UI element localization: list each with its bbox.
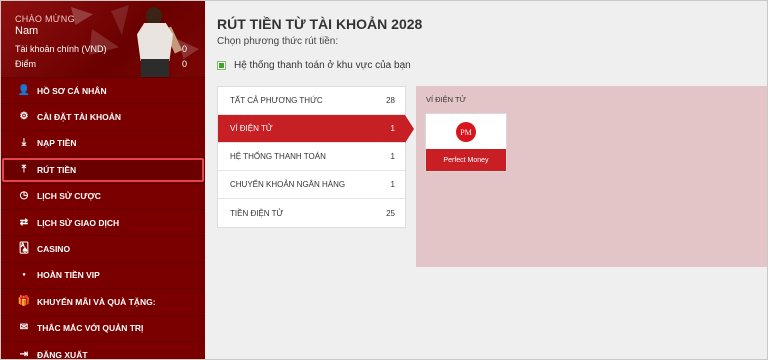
exchange-icon: ⇄: [19, 216, 29, 228]
e-wallet-panel: VÍ ĐIỆN TỬ PM Perfect Money: [416, 86, 767, 267]
points-row: Điểm 0: [15, 59, 187, 69]
decor-shard: [111, 5, 129, 35]
sidebar-item-vip-cashback[interactable]: ● HOÀN TIỀN VIP: [1, 263, 205, 290]
sidebar-item-account-settings[interactable]: ⚙ CÀI ĐẶT TÀI KHOẢN: [1, 104, 205, 131]
method-count: 25: [386, 208, 395, 218]
sidebar-item-label: HOÀN TIỀN VIP: [37, 270, 100, 281]
gift-hand-icon: 🎁: [17, 295, 31, 307]
sidebar-item-label: THẮC MẮC VỚI QUẢN TRỊ: [37, 323, 144, 334]
method-crypto[interactable]: TIỀN ĐIỆN TỬ 25: [218, 199, 405, 227]
method-label: TẤT CẢ PHƯƠNG THỨC: [230, 96, 323, 105]
method-e-wallet[interactable]: VÍ ĐIỆN TỬ 1: [218, 115, 414, 143]
method-label: TIỀN ĐIỆN TỬ: [230, 208, 284, 218]
method-count: 1: [390, 124, 395, 133]
sidebar-item-label: LỊCH SỬ GIAO DỊCH: [37, 217, 120, 228]
method-label: CHUYỂN KHOẢN NGÂN HÀNG: [230, 180, 346, 189]
profile-banner: CHÀO MỪNG Nam Tài khoản chính (VND) 0 Đi…: [1, 1, 205, 78]
cards-icon: 🂡: [18, 243, 30, 255]
account-page: CHÀO MỪNG Nam Tài khoản chính (VND) 0 Đi…: [0, 0, 768, 360]
sidebar-item-profile[interactable]: 👤 HỒ SƠ CÁ NHÂN: [1, 78, 205, 105]
sidebar-item-casino[interactable]: 🂡 CASINO: [1, 236, 205, 263]
method-payment-system[interactable]: HỆ THỐNG THANH TOÁN 1: [218, 143, 405, 171]
method-count: 1: [390, 180, 395, 189]
sidebar-item-label: KHUYẾN MÃI VÀ QUÀ TẶNG:: [37, 296, 156, 307]
welcome-label: CHÀO MỪNG: [15, 14, 75, 24]
sidebar-item-label: HỒ SƠ CÁ NHÂN: [37, 85, 107, 96]
sidebar-item-promotions[interactable]: 🎁 KHUYẾN MÃI VÀ QUÀ TẶNG:: [1, 289, 205, 316]
download-icon: ⤓: [21, 137, 27, 149]
perfect-money-option[interactable]: PM Perfect Money: [425, 113, 507, 172]
page-subtitle: Chọn phương thức rút tiền:: [217, 36, 339, 47]
main-balance-label: Tài khoản chính (VND): [15, 44, 107, 54]
perfect-money-label: Perfect Money: [426, 149, 506, 171]
region-checkbox-label: Hệ thống thanh toán ở khu vực của bạn: [234, 60, 411, 71]
sidebar-item-withdraw[interactable]: ⤒ RÚT TIỀN: [1, 157, 205, 184]
panel-title: VÍ ĐIỆN TỬ: [426, 95, 467, 104]
sidebar-item-logout[interactable]: ⇥ ĐĂNG XUẤT: [1, 342, 205, 360]
sidebar-item-label: NẠP TIỀN: [37, 138, 77, 149]
method-list: TẤT CẢ PHƯƠNG THỨC 28 VÍ ĐIỆN TỬ 1 HỆ TH…: [217, 86, 414, 228]
points-value: 0: [181, 59, 187, 69]
sign-out-icon: ⇥: [19, 348, 29, 360]
main-content: RÚT TIỀN TỪ TÀI KHOẢN 2028 Chọn phương t…: [205, 1, 767, 359]
region-filter[interactable]: Hệ thống thanh toán ở khu vực của bạn: [217, 60, 411, 71]
sidebar-item-label: LỊCH SỬ CƯỢC: [37, 191, 101, 202]
sidebar-item-label: CASINO: [37, 244, 71, 255]
envelope-icon: ✉: [19, 322, 29, 334]
bullet-icon: ●: [22, 272, 26, 279]
upload-icon: ⤒: [21, 163, 27, 175]
sidebar-item-deposit[interactable]: ⤓ NẠP TIỀN: [1, 131, 205, 158]
sidebar-item-bet-history[interactable]: ◷ LỊCH SỬ CƯỢC: [1, 184, 205, 210]
perfect-money-logo: PM: [456, 122, 476, 142]
sidebar-item-label: RÚT TIỀN: [37, 164, 77, 175]
method-all[interactable]: TẤT CẢ PHƯƠNG THỨC 28: [218, 87, 405, 115]
method-count: 1: [390, 152, 395, 161]
method-label: HỆ THỐNG THANH TOÁN: [230, 152, 326, 161]
main-balance-row: Tài khoản chính (VND) 0: [15, 44, 187, 54]
region-checkbox[interactable]: [217, 61, 226, 70]
method-count: 28: [386, 96, 395, 105]
main-balance-value: 0: [181, 44, 187, 54]
user-plus-icon: 👤: [17, 84, 31, 96]
sidebar-item-transaction-history[interactable]: ⇄ LỊCH SỬ GIAO DỊCH: [1, 210, 205, 237]
method-bank-transfer[interactable]: CHUYỂN KHOẢN NGÂN HÀNG 1: [218, 171, 405, 199]
sidebar-item-label: ĐĂNG XUẤT: [37, 349, 88, 360]
sidebar-item-label: CÀI ĐẶT TÀI KHOẢN: [37, 112, 122, 123]
clock-icon: ◷: [19, 190, 29, 202]
gears-icon: ⚙: [19, 111, 29, 123]
method-label: VÍ ĐIỆN TỬ: [230, 124, 273, 133]
page-title: RÚT TIỀN TỪ TÀI KHOẢN 2028: [217, 16, 423, 32]
user-name: Nam: [15, 25, 39, 37]
sidebar: CHÀO MỪNG Nam Tài khoản chính (VND) 0 Đi…: [1, 1, 205, 360]
sidebar-item-contact-admin[interactable]: ✉ THẮC MẮC VỚI QUẢN TRỊ: [1, 316, 205, 342]
points-label: Điểm: [15, 59, 37, 69]
sidebar-menu: 👤 HỒ SƠ CÁ NHÂN ⚙ CÀI ĐẶT TÀI KHOẢN ⤓ NẠ…: [1, 78, 205, 360]
